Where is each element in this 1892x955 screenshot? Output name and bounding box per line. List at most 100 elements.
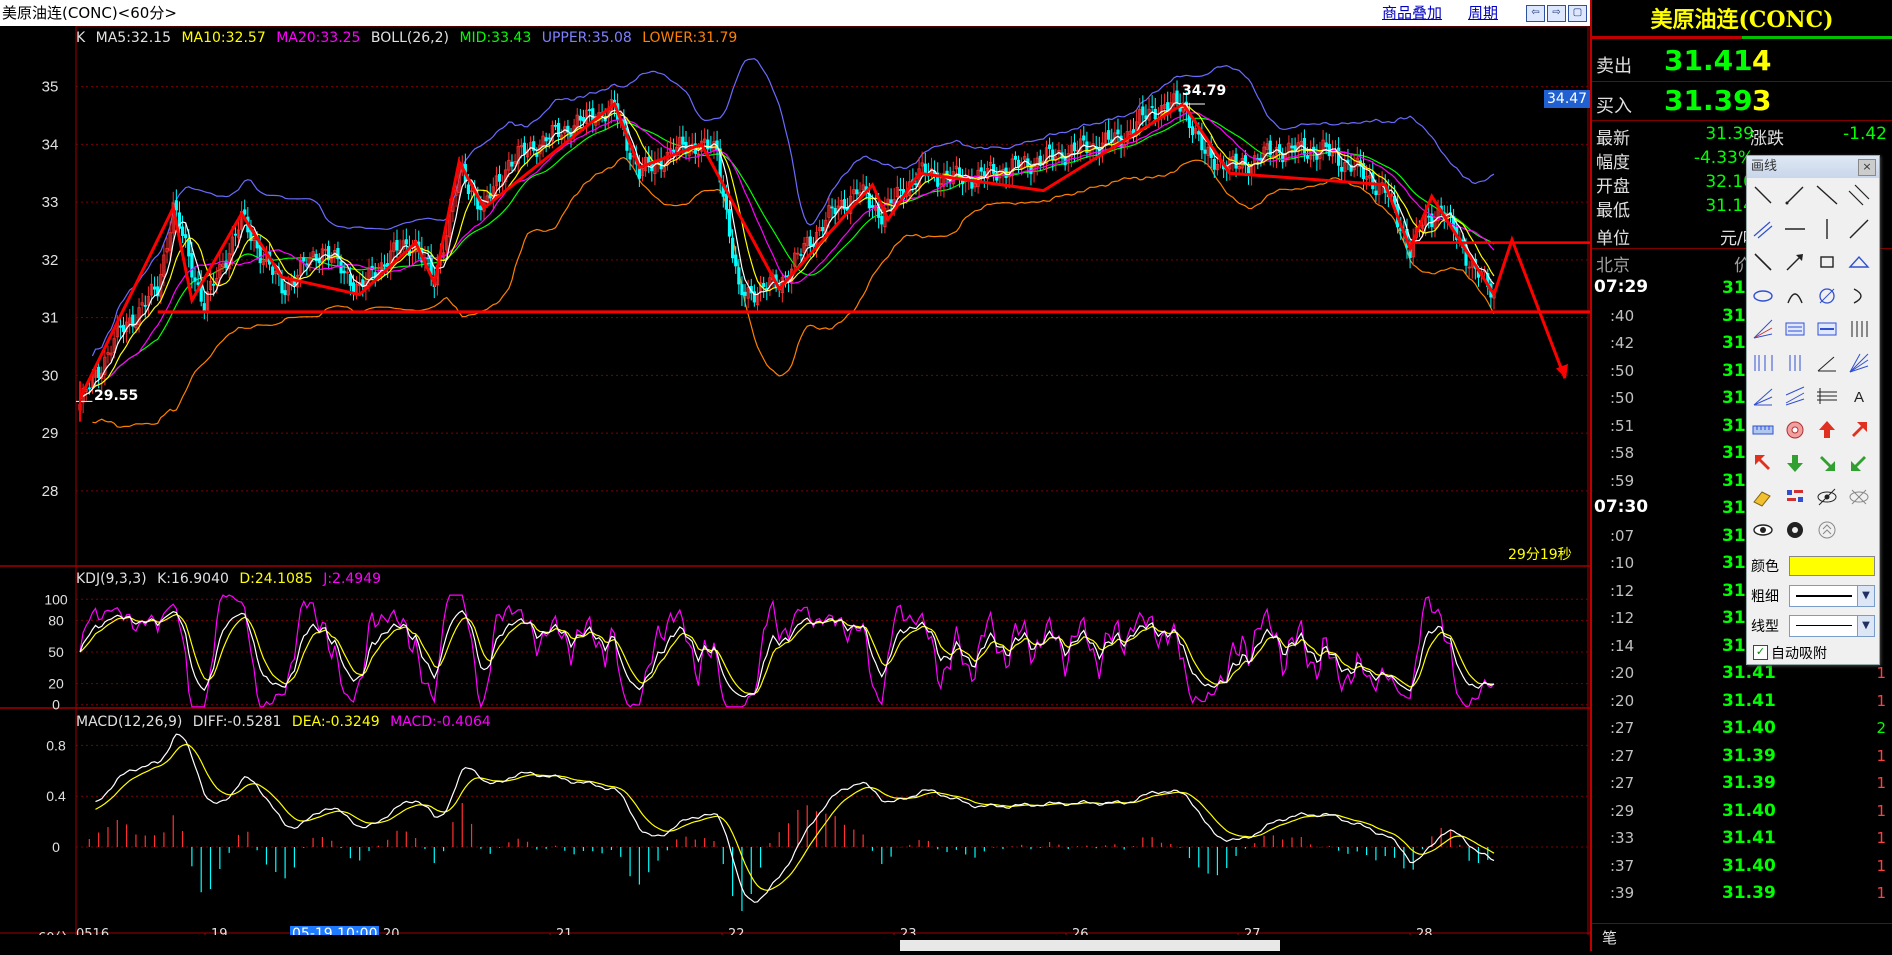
line-segment-icon[interactable] [1750, 182, 1776, 208]
snap-checkbox[interactable]: ✓ [1753, 645, 1768, 660]
width-label: 粗细 [1751, 589, 1779, 605]
candle-body [1281, 154, 1285, 163]
linear-regression-icon[interactable] [1814, 383, 1840, 409]
up-right-arrow-icon[interactable] [1846, 417, 1872, 443]
ma5-value: MA5:32.15 [95, 30, 171, 46]
candle-body [731, 237, 735, 259]
chart-title: 美原油连(CONC)<60分> [2, 4, 177, 22]
gann-angle-icon[interactable] [1814, 350, 1840, 376]
color-swatch[interactable] [1789, 556, 1875, 576]
high-annotation: 34.79 [1182, 83, 1227, 99]
candle-body [1166, 102, 1170, 111]
candle-body [923, 163, 927, 174]
arrow-line-icon[interactable] [1782, 249, 1808, 275]
layout-next-icon[interactable]: ⇨ [1547, 5, 1566, 22]
extended-line-icon[interactable] [1814, 182, 1840, 208]
eye-icon[interactable] [1750, 517, 1776, 543]
stat-row: 最新 31.39 涨跌 -1.42 [1592, 124, 1892, 149]
parallel-line-icon[interactable] [1846, 182, 1872, 208]
up-arrow-icon[interactable] [1814, 417, 1840, 443]
candle-body [556, 122, 561, 137]
tick-time: :27 [1610, 719, 1635, 737]
kdj-tick-label: 100 [44, 591, 68, 607]
tick-time: :10 [1610, 554, 1635, 572]
delete-all-icon[interactable] [1846, 484, 1872, 510]
trend-line-icon[interactable] [1846, 216, 1872, 242]
speed-resistance-icon[interactable] [1750, 383, 1776, 409]
main-indicator-legend: K MA5:32.15 MA10:32.57 MA20:33.25 BOLL(2… [76, 30, 743, 46]
candle-body [1324, 142, 1328, 148]
style-preview [1796, 625, 1852, 626]
tick-time: 07:29 [1594, 277, 1649, 297]
candle-body [1141, 106, 1145, 116]
price-tick-label: 29 [42, 425, 59, 442]
tick-volume: 1 [1876, 829, 1886, 847]
cycle-icon[interactable] [1814, 283, 1840, 309]
bottom-bar [0, 935, 1590, 951]
kdj-lines [79, 594, 1495, 709]
settings-icon[interactable] [1782, 517, 1808, 543]
zigzag-drawing [78, 101, 1496, 400]
gear-tool-icon[interactable] [1782, 417, 1808, 443]
kline-chart[interactable]: 35 34 33 32 31 30 29 28 100 80 50 20 0 0.8 0.4 0 K MA5:… [0, 25, 1830, 952]
tick-volume: 1 [1876, 691, 1886, 710]
tick-tab[interactable]: 笔 [1602, 927, 1617, 948]
tick-row: :39 31.39 1 [1592, 880, 1892, 907]
ma10-value: MA10:32.57 [181, 30, 266, 46]
triangle-icon[interactable] [1846, 249, 1872, 275]
stat-value-2: -1.42 [1843, 124, 1887, 144]
width-select[interactable]: ▼ [1789, 585, 1875, 607]
down-right-arrow-icon[interactable] [1814, 450, 1840, 476]
reverse-arc-icon[interactable] [1846, 283, 1872, 309]
collapse-icon[interactable] [1814, 517, 1840, 543]
candle-body [152, 286, 157, 290]
vertical-line-icon[interactable] [1814, 216, 1840, 242]
layout-prev-icon[interactable]: ⇦ [1526, 5, 1545, 22]
parallel-channel-icon[interactable] [1750, 216, 1776, 242]
ray-icon[interactable] [1782, 182, 1808, 208]
price-box-icon[interactable] [1782, 316, 1808, 342]
period-lines-icon[interactable] [1846, 316, 1872, 342]
period-link[interactable]: 周期 [1468, 0, 1498, 26]
candle-body [187, 240, 191, 257]
gann-lines-icon[interactable] [1782, 350, 1808, 376]
k-label: K [76, 30, 86, 46]
candle-body [395, 239, 399, 251]
hide-icon[interactable] [1814, 484, 1840, 510]
line-icon[interactable] [1750, 249, 1776, 275]
width-preview [1796, 595, 1852, 597]
stat-label: 最低 [1596, 201, 1630, 221]
ellipse-icon[interactable] [1750, 283, 1776, 309]
eraser-icon[interactable] [1750, 484, 1776, 510]
tick-time: :42 [1610, 334, 1635, 352]
kline-chart-canvas[interactable]: 353433323130292810080502000.80.40 [0, 25, 1830, 952]
style-select[interactable]: ▼ [1789, 615, 1875, 637]
overlay-link[interactable]: 商品叠加 [1382, 0, 1442, 26]
andrews-pitchfork-icon[interactable] [1782, 383, 1808, 409]
adjust-icon[interactable] [1782, 484, 1808, 510]
candle-body [339, 261, 343, 274]
tick-row: :33 31.41 1 [1592, 825, 1892, 852]
ruler-icon[interactable] [1750, 417, 1776, 443]
candle-body [382, 264, 387, 267]
fibonacci-time-icon[interactable] [1750, 350, 1776, 376]
arc-icon[interactable] [1782, 283, 1808, 309]
tick-price: 31.41 [1722, 663, 1776, 683]
down-arrow-icon[interactable] [1782, 450, 1808, 476]
kdj-tick-label: 0 [52, 697, 60, 713]
maximize-icon[interactable]: ▢ [1568, 5, 1587, 22]
tick-volume: 1 [1876, 664, 1886, 682]
candle-body [547, 137, 551, 140]
candle-body [271, 266, 275, 275]
horizontal-line-icon[interactable] [1782, 216, 1808, 242]
fibonacci-fan-icon[interactable] [1750, 316, 1776, 342]
tick-time: :20 [1610, 691, 1635, 710]
down-left-green-arrow-icon[interactable] [1846, 450, 1872, 476]
gann-fan-icon[interactable] [1846, 350, 1872, 376]
down-left-arrow-icon[interactable] [1750, 450, 1776, 476]
price-range-icon[interactable] [1814, 316, 1840, 342]
text-icon[interactable]: A [1846, 383, 1872, 409]
rectangle-icon[interactable] [1814, 249, 1840, 275]
candle-body [898, 189, 903, 191]
close-icon[interactable]: × [1858, 159, 1876, 176]
